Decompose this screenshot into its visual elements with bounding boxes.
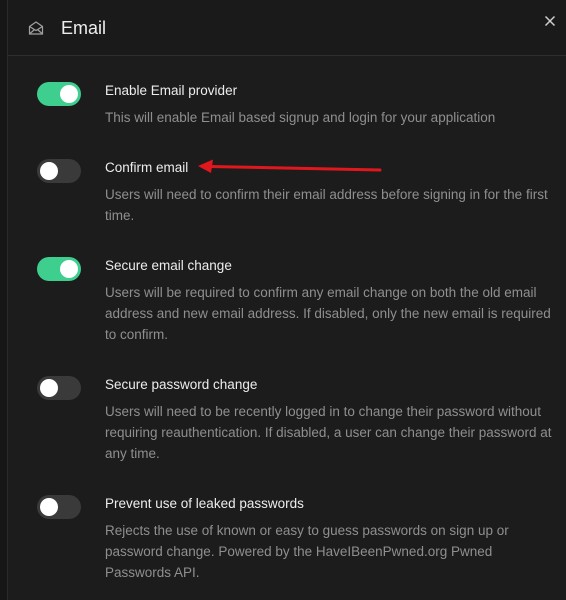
setting-label: Secure email change [105,258,232,273]
setting-label: Enable Email provider [105,83,238,98]
setting-description: Rejects the use of known or easy to gues… [105,523,509,580]
setting-secure-email-change: Secure email change Users will be requir… [8,257,566,347]
close-icon [544,15,556,27]
toggle-knob [40,162,58,180]
confirm-email-toggle[interactable] [37,159,81,183]
panel-header: Email [8,0,566,56]
toggle-knob [60,260,78,278]
toggle-knob [40,379,58,397]
setting-prevent-leaked-passwords: Prevent use of leaked passwords Rejects … [8,495,566,585]
setting-description: This will enable Email based signup and … [105,110,496,125]
setting-label: Prevent use of leaked passwords [105,496,304,511]
close-button[interactable] [540,11,560,31]
setting-enable-email-provider: Enable Email provider This will enable E… [8,82,566,132]
setting-description: Users will need to be recently logged in… [105,404,552,461]
enable-email-provider-toggle[interactable] [37,82,81,106]
secure-email-change-toggle[interactable] [37,257,81,281]
email-provider-panel: Email Enable Email provider This will en… [0,0,566,600]
annotation-arrow-icon [198,159,382,173]
setting-description: Users will need to confirm their email a… [105,187,548,223]
left-strip [0,0,8,600]
prevent-leaked-passwords-toggle[interactable] [37,495,81,519]
setting-description: Users will be required to confirm any em… [105,285,551,342]
toggle-knob [60,85,78,103]
secure-password-change-toggle[interactable] [37,376,81,400]
panel-title: Email [61,18,107,38]
toggle-knob [40,498,58,516]
setting-secure-password-change: Secure password change Users will need t… [8,376,566,466]
mail-open-icon [28,20,44,36]
setting-label: Secure password change [105,377,258,392]
setting-label: Confirm email [105,160,189,175]
